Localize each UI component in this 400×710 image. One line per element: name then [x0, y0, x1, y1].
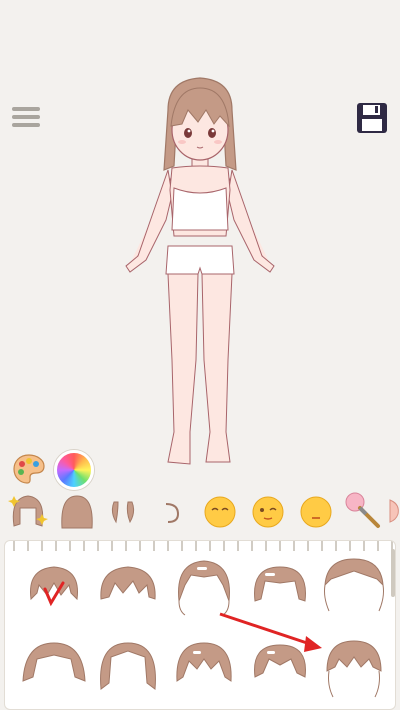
hair-options-panel	[4, 540, 396, 710]
hair-style-thumbnail	[29, 566, 79, 607]
category-ears[interactable]	[158, 490, 184, 532]
hair-option-9[interactable]	[247, 637, 313, 699]
hair-style-thumbnail	[100, 642, 156, 690]
paint-palette-icon	[13, 454, 45, 484]
category-hair[interactable]	[8, 490, 48, 532]
hair-option-5[interactable]	[321, 555, 387, 617]
hair-style-thumbnail	[254, 566, 306, 602]
wink-face-icon	[252, 496, 284, 528]
category-makeup[interactable]	[342, 490, 382, 532]
category-mouth[interactable]	[298, 490, 334, 532]
color-wheel-button[interactable]	[54, 450, 94, 490]
category-more[interactable]	[386, 490, 400, 532]
category-eyes[interactable]	[202, 490, 238, 532]
hair-option-3[interactable]	[171, 555, 237, 617]
hair-style-thumbnail	[100, 566, 156, 600]
neutral-face-icon	[300, 496, 332, 528]
palette-button[interactable]	[12, 452, 46, 486]
category-wink[interactable]	[250, 490, 286, 532]
eyebrows-icon	[111, 501, 135, 524]
hair-style-thumbnail	[176, 642, 232, 682]
panel-scrollbar[interactable]	[391, 549, 395, 597]
hair-option-8[interactable]	[171, 637, 237, 699]
category-back-hair[interactable]	[58, 490, 96, 532]
hair-style-thumbnail	[254, 644, 306, 678]
character-figure	[125, 77, 275, 465]
character-preview	[0, 60, 400, 480]
closed-eyes-face-icon	[204, 496, 236, 528]
hair-style-thumbnail	[178, 560, 230, 616]
hair-style-thumbnail	[22, 642, 86, 682]
hair-option-1[interactable]	[21, 559, 87, 621]
category-bar	[0, 490, 400, 534]
hair-option-4[interactable]	[247, 559, 313, 621]
hair-options-grid	[15, 555, 385, 705]
hair-option-7[interactable]	[95, 637, 161, 699]
hair-icon	[8, 495, 48, 527]
hand-icon	[389, 499, 399, 523]
back-hair-icon	[61, 495, 93, 529]
ear-icon	[165, 503, 180, 523]
hair-option-10[interactable]	[321, 637, 387, 699]
makeup-brush-icon	[345, 492, 380, 528]
hair-option-2[interactable]	[95, 559, 161, 621]
hair-option-6[interactable]	[21, 637, 87, 699]
category-eyebrows[interactable]	[108, 490, 138, 532]
hair-style-thumbnail	[324, 558, 384, 612]
hair-style-thumbnail	[326, 640, 382, 698]
notebook-rings	[5, 541, 395, 551]
